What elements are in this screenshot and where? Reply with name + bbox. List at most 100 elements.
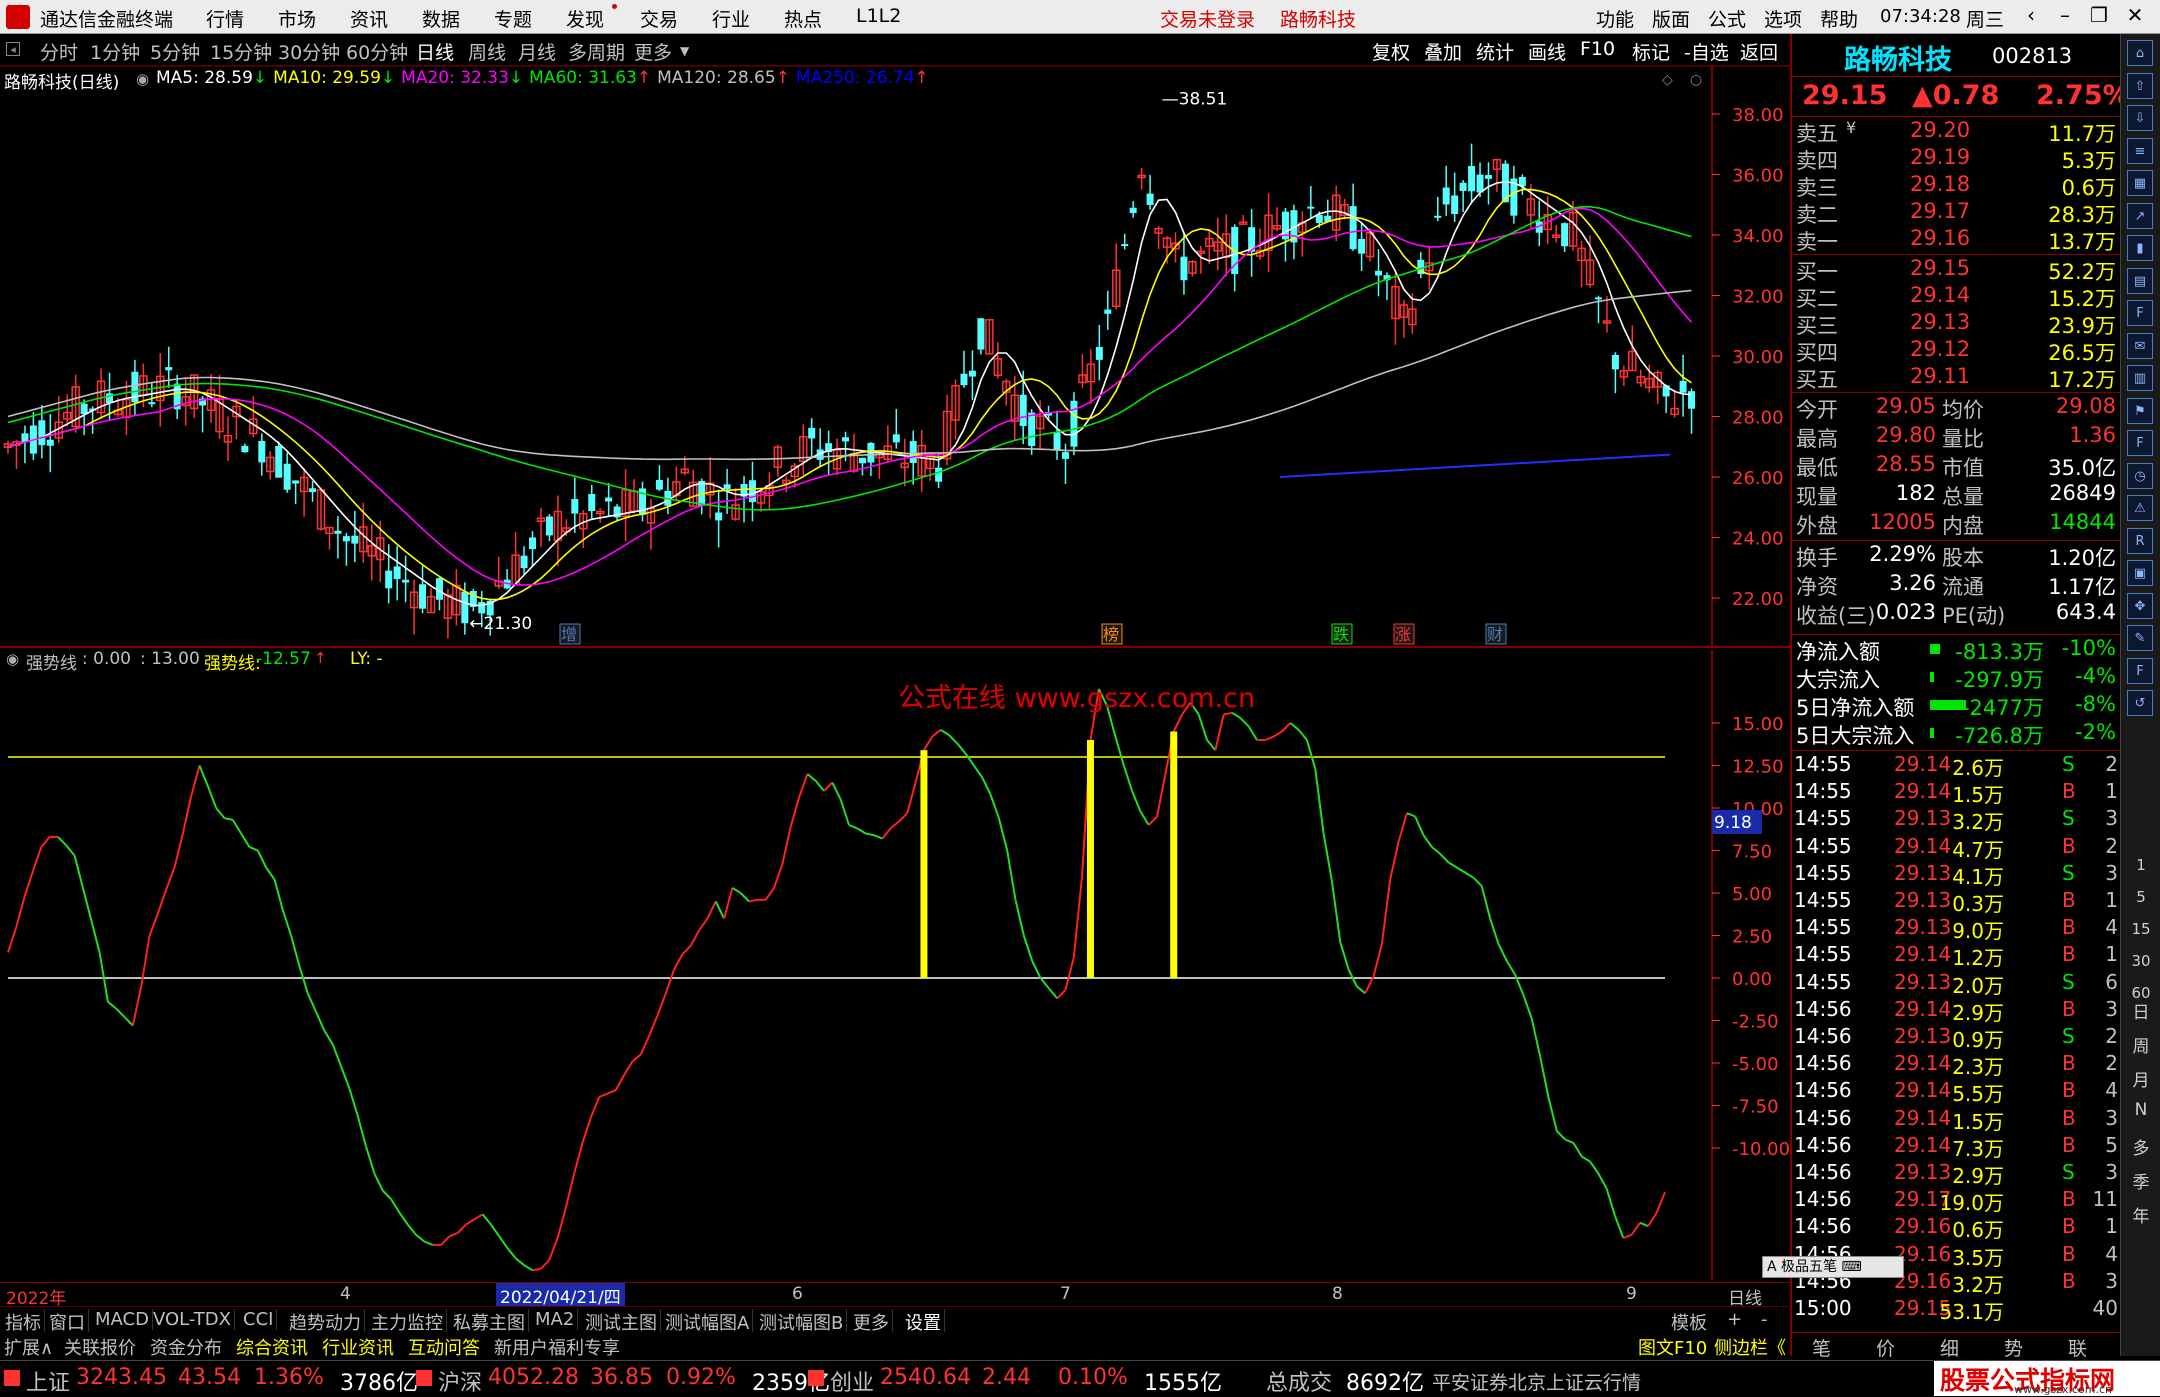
indicator-chart[interactable]: 15.00 12.50 10.00 7.50 5.00 2.50 0.00 -2.50 -5.0… [0, 649, 1790, 1280]
bar-chart-icon[interactable]: ▮ [2127, 235, 2153, 261]
period-daily[interactable]: 日线 [416, 38, 454, 65]
flag-icon[interactable]: ⚑ [2127, 397, 2153, 424]
refresh-icon[interactable]: ↺ [2127, 690, 2153, 716]
menu-item-热点[interactable]: 热点 [784, 5, 822, 32]
indicator-tab[interactable]: MA2 [532, 1309, 579, 1330]
menu-item-市场[interactable]: 市场 [278, 5, 316, 32]
period-15min[interactable]: 15分钟 [210, 38, 272, 65]
period-weekly[interactable]: 周线 [468, 38, 506, 65]
clock-icon[interactable]: ◷ [2127, 462, 2153, 489]
indicator-tab[interactable]: CCI [240, 1309, 278, 1330]
ask-row[interactable]: 卖五 ¥29.20 11.7万 [1792, 118, 2120, 146]
quote-tab[interactable]: 联 [2068, 1334, 2087, 1361]
circle-icon[interactable]: ○ [1690, 72, 1702, 88]
back-icon[interactable]: ‹ [2016, 3, 2046, 31]
menu-item-发现[interactable]: 发现 [566, 5, 604, 32]
close-icon[interactable]: ✕ [2120, 3, 2150, 31]
f-icon[interactable]: F [2127, 430, 2153, 456]
home-icon[interactable]: ⌂ [2127, 40, 2153, 66]
ime-toolbar[interactable]: A 极品五笔 ⌨ [1762, 1256, 1904, 1278]
quote-tab[interactable]: 势 [2004, 1334, 2023, 1361]
settings-circle-icon[interactable]: ◉ [136, 70, 149, 88]
candlestick-chart-svg[interactable]: 38.00 36.00 34.00 32.00 30.00 28.00 26.00 24.00… [0, 66, 1790, 646]
period-shortcut[interactable]: 30 [2129, 952, 2153, 970]
period-shortcut[interactable]: 多 [2129, 1134, 2153, 1159]
fs-icon[interactable]: F [2127, 657, 2153, 684]
chart-icon[interactable]: ↗ [2127, 202, 2153, 229]
bid-row[interactable]: 买一 29.15 52.2万 [1792, 256, 2120, 284]
menu-item-l1l2[interactable]: L1L2 [856, 5, 901, 27]
chevron-down-icon[interactable]: ▼ [680, 44, 689, 58]
period-shortcut[interactable]: N [2129, 1100, 2153, 1120]
pen-icon[interactable]: ✎ [2127, 625, 2153, 651]
candlestick-chart[interactable]: 38.00 36.00 34.00 32.00 30.00 28.00 26.00 24.00… [0, 66, 1790, 646]
rsi-icon[interactable]: R [2127, 527, 2153, 554]
tool-复权[interactable]: 复权 [1372, 38, 1410, 65]
period-分时[interactable]: 分时 [40, 38, 78, 65]
bid-row[interactable]: 买二 29.14 15.2万 [1792, 283, 2120, 311]
period-shortcut[interactable]: 1 [2129, 856, 2153, 874]
quote-tab[interactable]: 细 [1940, 1334, 1959, 1361]
period-shortcut[interactable]: 季 [2129, 1168, 2153, 1193]
book-icon[interactable]: ▣ [2127, 560, 2153, 586]
ask-row[interactable]: 卖三 29.18 0.6万 [1792, 172, 2120, 200]
ask-row[interactable]: 卖二 29.17 28.3万 [1792, 199, 2120, 227]
settings-circle-icon[interactable]: ◉ [6, 650, 19, 668]
move-icon[interactable]: ✥ [2127, 592, 2153, 619]
index-name[interactable]: 创业 [830, 1365, 874, 1397]
warning-icon[interactable]: ⚠ [2127, 495, 2153, 521]
bid-row[interactable]: 买五 29.11 17.2万 [1792, 364, 2120, 392]
period-shortcut[interactable]: 年 [2129, 1202, 2153, 1227]
collapse-icon[interactable]: ◂ [6, 42, 20, 56]
tool-叠加[interactable]: 叠加 [1424, 38, 1462, 65]
period-60min[interactable]: 60分钟 [346, 38, 408, 65]
extension-tab[interactable]: 新用户福利专享 [494, 1334, 620, 1360]
menu-item-数据[interactable]: 数据 [422, 5, 460, 32]
extension-tab[interactable]: 资金分布 [150, 1334, 222, 1360]
sidebar-toggle-tab[interactable]: 侧边栏《 [1714, 1334, 1786, 1360]
period-shortcut[interactable]: 周 [2129, 1032, 2153, 1057]
tool-f10[interactable]: F10 [1580, 38, 1615, 60]
document-icon[interactable]: ▥ [2127, 365, 2153, 391]
period-monthly[interactable]: 月线 [518, 38, 556, 65]
menu-item-行业[interactable]: 行业 [712, 5, 750, 32]
quote-tab[interactable]: 价 [1876, 1334, 1895, 1361]
period-shortcut[interactable]: 月 [2129, 1066, 2153, 1091]
period-shortcut[interactable]: 5 [2129, 888, 2153, 906]
f10-icon[interactable]: F [2127, 300, 2153, 326]
period-5min[interactable]: 5分钟 [150, 38, 200, 65]
menu-item-功能[interactable]: 功能 [1596, 5, 1634, 32]
extension-tab[interactable]: 关联报价 [64, 1334, 136, 1360]
period-1min[interactable]: 1分钟 [90, 38, 140, 65]
period-multi[interactable]: 多周期 [568, 38, 625, 65]
login-status[interactable]: 交易未登录 [1160, 5, 1255, 32]
bid-row[interactable]: 买三 29.13 23.9万 [1792, 310, 2120, 338]
period-more[interactable]: 更多 [634, 38, 672, 65]
indicator-tab[interactable]: VOL-TDX [150, 1309, 235, 1330]
extension-tab[interactable]: 行业资讯 [322, 1334, 394, 1360]
extension-tab[interactable]: 综合资讯 [236, 1334, 308, 1360]
tool-返回[interactable]: 返回 [1740, 38, 1778, 65]
list-icon[interactable]: ≡ [2127, 137, 2153, 164]
quote-tab[interactable]: 笔 [1812, 1334, 1831, 1361]
pane-divider[interactable] [0, 646, 1790, 648]
tool-自选[interactable]: -自选 [1684, 38, 1729, 65]
index-name[interactable]: 上证 [26, 1365, 70, 1397]
menu-item-专题[interactable]: 专题 [494, 5, 532, 32]
template-tab[interactable]: + [1724, 1309, 1745, 1330]
extension-tab[interactable]: 扩展∧ [4, 1334, 53, 1360]
indicator-tab[interactable]: MACD [92, 1309, 153, 1330]
table-icon[interactable]: ▤ [2127, 267, 2153, 294]
minimize-icon[interactable]: – [2050, 3, 2080, 31]
diamond-icon[interactable]: ◇ [1662, 72, 1673, 88]
ask-row[interactable]: 卖一 29.16 13.7万 [1792, 226, 2120, 254]
f10-tab[interactable]: 图文F10 [1638, 1334, 1707, 1360]
tool-统计[interactable]: 统计 [1476, 38, 1514, 65]
menu-item-资讯[interactable]: 资讯 [350, 5, 388, 32]
index-name[interactable]: 沪深 [438, 1365, 482, 1397]
menu-item-选项[interactable]: 选项 [1764, 5, 1802, 32]
tick-list[interactable]: 14:55 29.14 2.6万 S 2 14:55 29.14 1.5万 B 1 14:55 29.… [1792, 752, 2120, 1332]
grid-icon[interactable]: ▦ [2127, 170, 2153, 196]
period-shortcut[interactable]: 15 [2129, 920, 2153, 938]
menu-item-行情[interactable]: 行情 [206, 5, 244, 32]
